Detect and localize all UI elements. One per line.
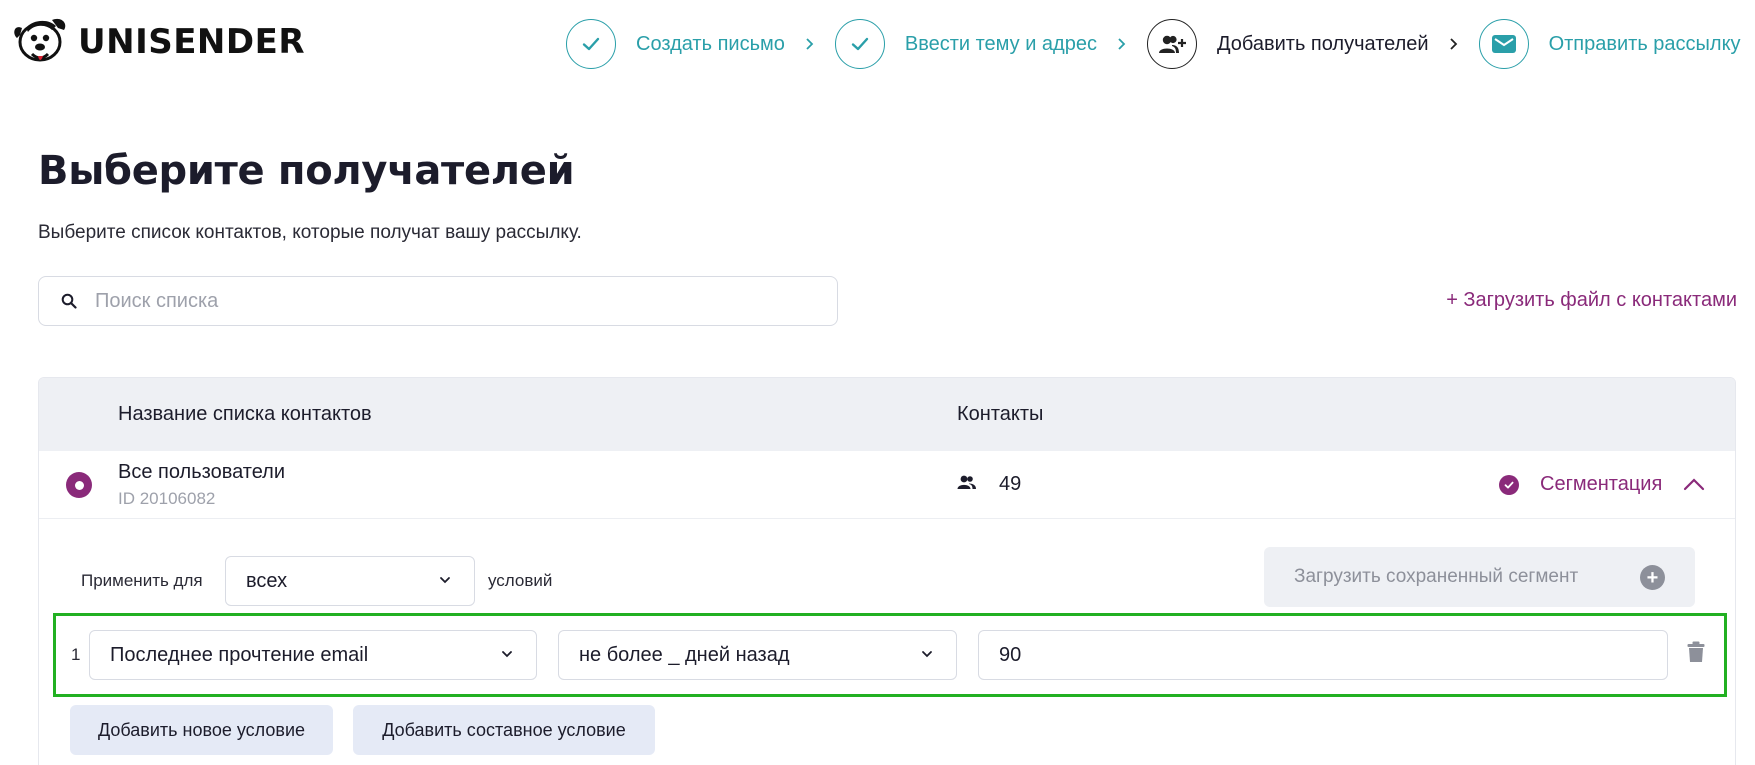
apply-mode-value: всех [246, 569, 288, 592]
contact-lists-table: Название списка контактов Контакты Все п… [38, 377, 1736, 765]
search-icon [61, 293, 77, 309]
segmentation-panel: Применить для всех условий Загрузить сох… [39, 519, 1735, 765]
page-subtitle: Выберите список контактов, которые получ… [38, 222, 582, 243]
check-circle-icon [1499, 475, 1519, 495]
step-3-label: Добавить получателей [1216, 32, 1429, 55]
search-input[interactable] [95, 289, 775, 313]
list-name: Все пользователи [118, 461, 286, 483]
chevron-down-icon [440, 577, 450, 584]
condition-operator-select[interactable]: не более _ дней назад [558, 630, 957, 680]
column-header-name: Название списка контактов [118, 403, 372, 425]
condition-field-value: Последнее прочтение email [110, 643, 369, 666]
add-compound-condition-button[interactable]: Добавить составное условие [353, 705, 655, 755]
conditions-label: условий [488, 571, 553, 590]
brand-name: UNISENDER [78, 22, 306, 62]
trash-icon[interactable] [1687, 641, 1705, 663]
wizard-steps: Создать письмо Ввести тему и адрес Добав… [566, 18, 1755, 70]
table-header: Название списка контактов Контакты [39, 378, 1735, 451]
load-saved-segment-button[interactable]: Загрузить сохраненный сегмент + [1264, 547, 1695, 607]
condition-operator-value: не более _ дней назад [579, 643, 790, 666]
apply-mode-select[interactable]: всех [225, 556, 475, 606]
chevron-down-icon [922, 651, 932, 658]
load-saved-segment-label: Загрузить сохраненный сегмент [1294, 566, 1579, 587]
step-4-label: Отправить рассылку [1548, 32, 1741, 55]
condition-value-input[interactable]: 90 [978, 630, 1668, 680]
step-2-circle [834, 19, 885, 69]
segmentation-toggle[interactable]: Сегментация [1540, 473, 1662, 496]
envelope-icon [1491, 35, 1516, 53]
check-icon [851, 37, 869, 51]
step-1-circle [566, 19, 616, 69]
chevron-down-icon [502, 651, 512, 658]
step-create-email[interactable]: Создать письмо [566, 19, 785, 69]
step-add-recipients[interactable]: Добавить получателей [1146, 19, 1429, 69]
row-radio-selected[interactable] [66, 472, 92, 498]
users-icon [957, 475, 976, 489]
chevron-right-icon [1097, 37, 1147, 51]
step-subject-address[interactable]: Ввести тему и адрес [834, 19, 1097, 69]
dog-logo-icon [14, 18, 66, 62]
chevron-right-icon [785, 37, 835, 51]
condition-field-select[interactable]: Последнее прочтение email [89, 630, 537, 680]
chevron-right-icon [1429, 37, 1479, 51]
page-title: Выберите получателей [38, 148, 575, 194]
contacts-count: 49 [999, 473, 1022, 495]
apply-label: Применить для [81, 571, 203, 590]
step-1-label: Создать письмо [636, 32, 785, 55]
upload-contacts-link[interactable]: + Загрузить файл с контактами [1446, 289, 1737, 312]
plus-circle-icon: + [1640, 565, 1665, 590]
search-box [38, 276, 838, 326]
step-send-campaign[interactable]: Отправить рассылку [1478, 19, 1741, 69]
condition-row: 1 Последнее прочтение email не более _ д… [53, 613, 1727, 697]
add-user-icon [1158, 35, 1186, 53]
chevron-up-icon[interactable] [1683, 477, 1705, 491]
condition-number: 1 [71, 645, 81, 664]
brand-logo[interactable]: UNISENDER [12, 14, 305, 70]
list-id: ID 20106082 [118, 489, 216, 508]
check-icon [582, 37, 600, 51]
step-4-circle [1478, 19, 1529, 69]
step-3-circle [1146, 19, 1197, 69]
step-2-label: Ввести тему и адрес [904, 32, 1097, 55]
table-row[interactable]: Все пользователи ID 20106082 49 Сегмента… [39, 451, 1735, 519]
add-condition-button[interactable]: Добавить новое условие [70, 705, 333, 755]
column-header-contacts: Контакты [957, 403, 1044, 425]
condition-value: 90 [999, 643, 1022, 666]
